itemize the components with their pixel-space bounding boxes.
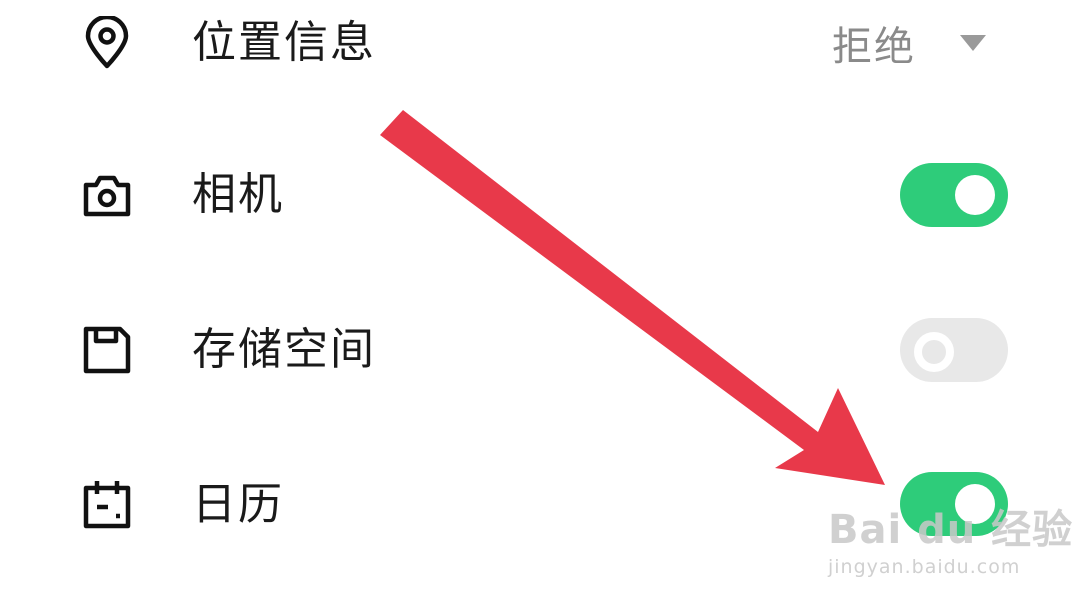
- storage-permission-toggle[interactable]: [900, 318, 1008, 382]
- permission-label: 存储空间: [192, 324, 376, 375]
- baidu-jingyan-watermark: Bai du 经验 jingyan.baidu.com: [828, 508, 1073, 578]
- toggle-knob: [914, 332, 954, 372]
- caret-down-icon: [960, 35, 986, 51]
- permission-row-location[interactable]: 位置信息 拒绝: [0, 0, 1080, 110]
- app-permission-screen: 位置信息 拒绝 相机 存储空间 日历 Bai du 经验 jingyan.bai…: [0, 0, 1080, 605]
- calendar-icon: [80, 478, 134, 532]
- watermark-brand: Bai du 经验: [828, 507, 1074, 553]
- permission-row-camera[interactable]: 相机: [0, 140, 1080, 250]
- permission-label: 相机: [192, 169, 284, 220]
- toggle-knob: [955, 175, 995, 215]
- camera-permission-toggle[interactable]: [900, 163, 1008, 227]
- watermark-url: jingyan.baidu.com: [828, 556, 1021, 578]
- dropdown-selected-value: 拒绝: [832, 24, 916, 70]
- permission-row-storage[interactable]: 存储空间: [0, 295, 1080, 405]
- location-permission-dropdown[interactable]: 拒绝: [832, 16, 986, 70]
- permission-label: 位置信息: [192, 17, 376, 68]
- location-pin-icon: [80, 16, 134, 70]
- permission-label: 日历: [192, 479, 284, 530]
- camera-icon: [80, 168, 134, 222]
- floppy-disk-icon: [80, 323, 134, 377]
